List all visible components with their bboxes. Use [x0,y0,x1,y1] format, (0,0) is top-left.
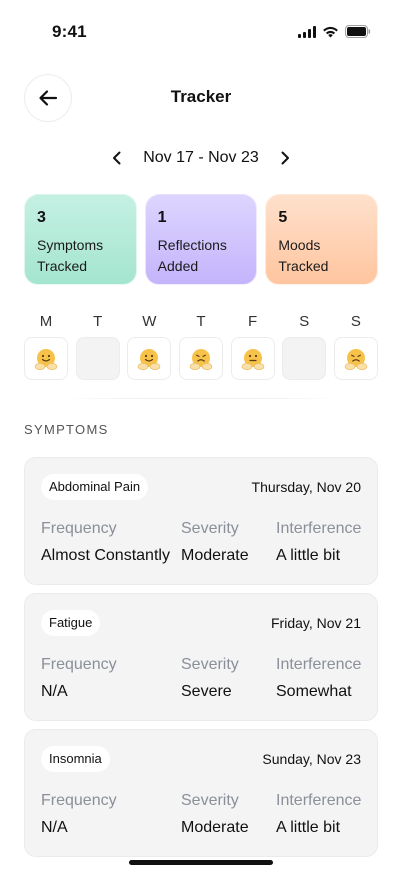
day-mood-box[interactable] [24,337,68,380]
mood-emoji-icon [189,348,213,370]
severity-label: Severity [181,656,239,673]
interference-value: A little bit [276,819,341,836]
stat-label-line1: Reflections [157,237,227,253]
symptom-name-chip: Insomnia [41,746,110,772]
battery-icon [345,25,371,38]
stat-label-line2: Tracked [278,258,329,274]
frequency-label: Frequency [41,656,117,673]
moods-tracked-card[interactable]: 5 Moods Tracked [265,194,379,285]
day-column: S [333,312,378,380]
severity-column: Severity Moderate [181,792,249,837]
status-icons [298,25,371,38]
frequency-value: Almost Constantly [41,547,170,564]
mood-emoji-icon [34,348,58,370]
chevron-left-icon [113,151,121,165]
day-mood-box[interactable] [333,337,378,380]
day-mood-box[interactable] [75,337,120,380]
interference-column: Interference A little bit [276,520,361,565]
interference-label: Interference [276,520,362,537]
interference-column: Interference Somewhat [276,656,361,701]
day-column: T [178,312,223,380]
frequency-label: Frequency [41,792,117,809]
day-column: M [24,312,68,380]
signal-icon [298,25,316,38]
status-time: 9:41 [52,22,87,41]
day-mood-box[interactable] [127,337,172,380]
frequency-column: Frequency N/A [41,656,117,701]
interference-label: Interference [276,656,362,673]
day-letter: S [350,313,361,330]
frequency-column: Frequency Almost Constantly [41,520,170,565]
frequency-value: N/A [41,683,68,700]
day-letter: T [196,313,206,330]
divider [60,398,342,399]
day-letter: T [93,313,103,330]
page-title: Tracker [170,87,232,106]
status-bar: 9:41 [0,0,402,60]
next-week-button[interactable] [273,146,297,170]
stat-count: 5 [278,209,288,226]
interference-value: A little bit [276,547,341,564]
reflections-added-card[interactable]: 1 Reflections Added [144,194,258,285]
weekday-mood-row: M T W T F S S [24,312,378,380]
severity-label: Severity [181,520,239,537]
mood-emoji-icon [138,348,161,370]
symptom-card[interactable]: Fatigue Friday, Nov 21 Frequency N/A Sev… [24,593,378,721]
day-letter: M [39,313,53,330]
frequency-label: Frequency [41,520,117,537]
symptom-name-chip: Abdominal Pain [41,474,149,500]
symptom-date: Friday, Nov 21 [271,615,361,631]
interference-value: Somewhat [276,683,352,700]
severity-value: Severe [181,683,232,700]
frequency-value: N/A [41,819,68,836]
chevron-right-icon [281,151,289,165]
frequency-column: Frequency N/A [41,792,117,837]
previous-week-button[interactable] [105,146,129,170]
day-column: W [127,312,172,380]
mood-emoji-icon [344,348,368,370]
stat-label-line2: Added [157,258,199,274]
stat-count: 1 [157,209,167,226]
day-column: F [230,312,275,380]
day-column: T [75,312,120,380]
symptom-date: Thursday, Nov 20 [251,479,361,495]
day-letter: S [299,313,310,330]
day-column: S [282,312,327,380]
symptoms-tracked-card[interactable]: 3 Symptoms Tracked [24,194,137,285]
interference-column: Interference A little bit [276,792,361,837]
stat-count: 3 [37,209,46,226]
symptom-name-chip: Fatigue [41,610,101,636]
mood-emoji-icon [241,348,264,370]
day-mood-box[interactable] [178,337,223,380]
symptom-date: Sunday, Nov 23 [262,751,361,767]
home-indicator[interactable] [129,860,273,865]
severity-column: Severity Severe [181,656,239,701]
stat-label-line1: Moods [278,237,321,253]
stats-row: 3 Symptoms Tracked 1 Reflections Added 5… [24,194,379,285]
severity-value: Moderate [181,819,249,836]
stat-label-line1: Symptoms [37,237,104,253]
severity-label: Severity [181,792,239,809]
severity-column: Severity Moderate [181,520,249,565]
section-title: SYMPTOMS [24,422,109,437]
severity-value: Moderate [181,547,249,564]
day-letter: W [142,313,157,330]
week-range: Nov 17 - Nov 23 [143,149,259,166]
wifi-icon [322,26,339,38]
symptom-card[interactable]: Abdominal Pain Thursday, Nov 20 Frequenc… [24,457,378,585]
interference-label: Interference [276,792,362,809]
stat-label-line2: Tracked [37,258,88,274]
day-mood-box[interactable] [230,337,275,380]
week-navigation: Nov 17 - Nov 23 [0,146,402,170]
symptom-card[interactable]: Insomnia Sunday, Nov 23 Frequency N/A Se… [24,729,378,857]
day-mood-box[interactable] [282,337,327,380]
day-letter: F [248,313,258,330]
